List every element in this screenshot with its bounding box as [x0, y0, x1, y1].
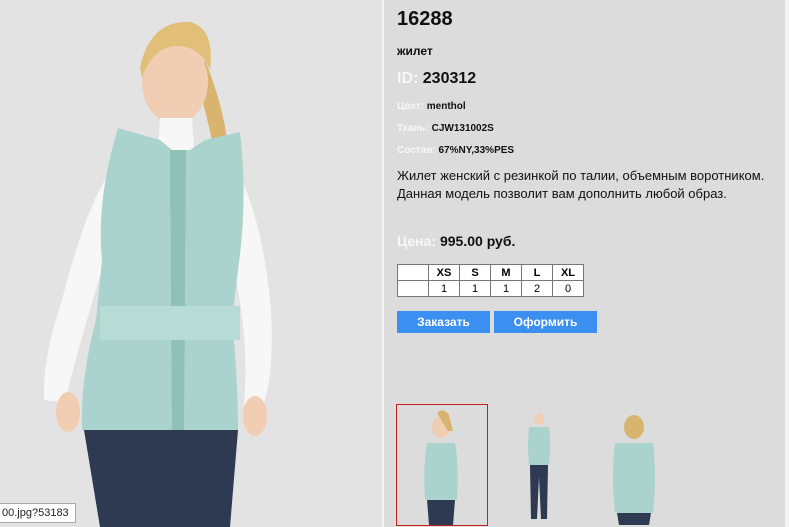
price: Цена: 995.00 руб. — [397, 233, 515, 249]
attribute-label: Цвет: — [397, 101, 424, 112]
url-tooltip: 00.jpg?53183 — [0, 503, 76, 523]
main-product-photo[interactable] — [0, 0, 382, 527]
thumbnail-full-length[interactable] — [493, 405, 583, 525]
thumbnail-back[interactable] — [589, 405, 679, 525]
product-id: ID: 230312 — [397, 70, 476, 88]
size-header: XS — [428, 264, 460, 281]
checkout-button[interactable]: Оформить — [494, 311, 597, 333]
id-value: 230312 — [422, 70, 477, 87]
size-corner-cell — [397, 264, 429, 281]
product-code: 16288 — [397, 8, 453, 30]
size-header: XL — [552, 264, 584, 281]
attribute-color: Цвет: menthol — [397, 101, 466, 112]
price-value: 995.00 руб. — [439, 233, 516, 249]
right-edge — [785, 0, 789, 527]
attribute-value: menthol — [426, 101, 466, 112]
price-label: Цена: — [397, 233, 437, 249]
attribute-value: 67%NY,33%PES — [438, 145, 515, 156]
size-quantity[interactable]: 2 — [521, 280, 553, 297]
product-description: Жилет женский с резинкой по талии, объем… — [397, 168, 765, 201]
thumbnail-image — [397, 405, 487, 525]
size-row-label-cell — [397, 280, 429, 297]
attribute-fabric: Ткань: CJW131002S — [397, 123, 494, 134]
size-quantity[interactable]: 0 — [552, 280, 584, 297]
order-button[interactable]: Заказать — [397, 311, 490, 333]
size-quantity-row: 1 1 1 2 0 — [397, 280, 584, 297]
attribute-composition: Состав: 67%NY,33%PES — [397, 145, 514, 156]
pane-divider — [382, 0, 384, 527]
model-image — [0, 0, 382, 527]
thumbnail-image — [493, 405, 583, 525]
size-header-row: XS S M L XL — [397, 264, 584, 281]
size-quantity[interactable]: 1 — [459, 280, 491, 297]
size-header: L — [521, 264, 553, 281]
size-header: M — [490, 264, 522, 281]
product-type: жилет — [397, 44, 433, 58]
size-quantity[interactable]: 1 — [490, 280, 522, 297]
thumbnail-front[interactable] — [396, 404, 488, 526]
size-quantity[interactable]: 1 — [428, 280, 460, 297]
id-label: ID: — [397, 70, 419, 87]
thumbnail-image — [589, 405, 679, 525]
size-header: S — [459, 264, 491, 281]
attribute-label: Ткань: — [397, 123, 429, 134]
attribute-label: Состав: — [397, 145, 436, 156]
size-table: XS S M L XL 1 1 1 2 0 — [397, 264, 584, 297]
attribute-value: CJW131002S — [431, 123, 494, 134]
